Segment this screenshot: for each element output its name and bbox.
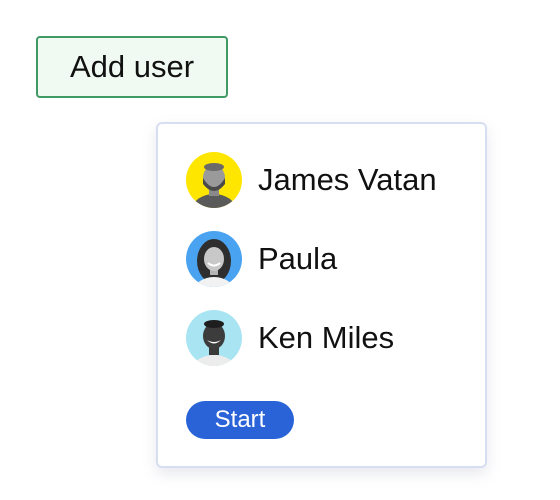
- user-avatar-icon: [186, 310, 242, 366]
- user-name: Ken Miles: [258, 320, 395, 355]
- user-row-ken-miles[interactable]: Ken Miles: [186, 309, 394, 367]
- start-label: Start: [214, 406, 266, 433]
- user-name: James Vatan: [258, 162, 437, 197]
- user-name: Paula: [258, 241, 338, 276]
- user-row-paula[interactable]: Paula: [186, 230, 337, 288]
- avatar: [186, 152, 242, 208]
- add-user-label: Add user: [69, 49, 195, 84]
- user-popup: James Vatan Paula Ken Miles Start: [156, 122, 487, 468]
- user-row-james-vatan[interactable]: James Vatan: [186, 151, 437, 209]
- start-button[interactable]: Start: [186, 401, 294, 439]
- stage: Add user James Vatan Paula Ken Miles Sta…: [0, 0, 560, 500]
- user-avatar-icon: [186, 152, 242, 208]
- user-avatar-icon: [186, 231, 242, 287]
- avatar: [186, 310, 242, 366]
- add-user-button[interactable]: Add user: [36, 36, 228, 98]
- avatar: [186, 231, 242, 287]
